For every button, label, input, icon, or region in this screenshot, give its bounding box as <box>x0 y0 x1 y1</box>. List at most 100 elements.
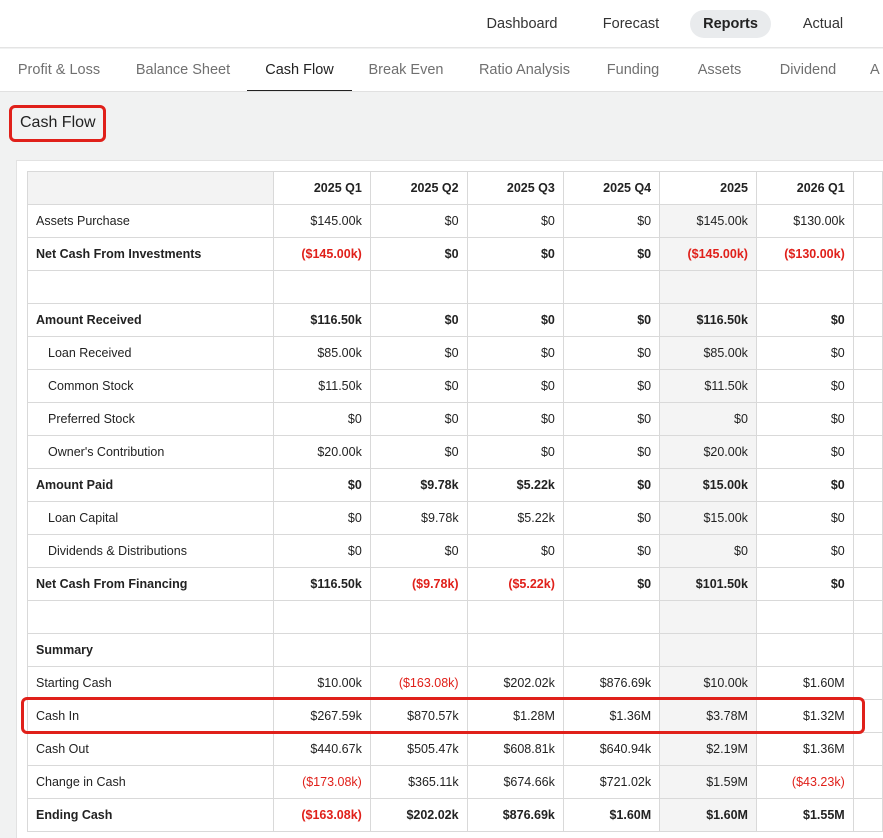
value-cell: $0 <box>755 567 854 601</box>
table-row <box>26 270 883 304</box>
edge-cell <box>852 699 883 733</box>
value-cell: $876.69k <box>562 666 661 700</box>
value-cell: $0 <box>466 534 564 568</box>
nav-reports[interactable]: Reports <box>690 10 771 38</box>
edge-cell <box>852 732 883 766</box>
value-cell: $85.00k <box>659 336 757 370</box>
value-cell: $20.00k <box>273 435 371 469</box>
value-cell: ($9.78k) <box>369 567 468 601</box>
value-cell: $0 <box>369 402 468 436</box>
value-cell: $505.47k <box>369 732 468 766</box>
value-cell: $116.50k <box>273 303 371 337</box>
table-row: Starting Cash $10.00k ($163.08k) $202.02k $8… <box>26 666 883 700</box>
edge-cell <box>852 633 883 667</box>
table-row: Loan Received $85.00k $0 $0 $0 $85.00k $0 <box>26 336 883 370</box>
table-row: Amount Paid $0 $9.78k $5.22k $0 $15.00k $0 <box>26 468 883 502</box>
header-2025: 2025 <box>659 171 757 205</box>
value-cell <box>562 633 661 667</box>
value-cell <box>466 633 564 667</box>
value-cell <box>369 633 468 667</box>
table-row: Owner's Contribution $20.00k $0 $0 $0 $20.00k… <box>26 435 883 469</box>
value-cell: ($145.00k) <box>273 237 371 271</box>
value-cell: $0 <box>755 303 854 337</box>
value-cell: $0 <box>659 402 757 436</box>
edge-cell <box>852 303 883 337</box>
value-cell <box>369 270 468 304</box>
header-label-cell <box>26 171 275 205</box>
value-cell: $130.00k <box>755 204 854 238</box>
value-cell: $674.66k <box>466 765 564 799</box>
value-cell: $640.94k <box>562 732 661 766</box>
tab-dividend[interactable]: Dividend <box>769 49 847 91</box>
tab-break-even[interactable]: Break Even <box>358 49 454 91</box>
value-cell: $11.50k <box>659 369 757 403</box>
value-cell: $0 <box>369 435 468 469</box>
tab-funding[interactable]: Funding <box>597 49 669 91</box>
value-cell: ($163.08k) <box>273 798 371 832</box>
value-cell: $0 <box>562 468 661 502</box>
nav-dashboard[interactable]: Dashboard <box>474 10 570 38</box>
value-cell <box>273 270 371 304</box>
page-title: Cash Flow <box>20 114 96 131</box>
value-cell: $0 <box>273 402 371 436</box>
table-row: Cash Out $440.67k $505.47k $608.81k $640.94k… <box>26 732 883 766</box>
value-cell: ($43.23k) <box>755 765 854 799</box>
value-cell: ($145.00k) <box>659 237 757 271</box>
value-cell: $0 <box>273 534 371 568</box>
cash-flow-table: 2025 Q1 2025 Q2 2025 Q3 2025 Q4 2025 202… <box>26 171 883 832</box>
value-cell: $1.60M <box>755 666 854 700</box>
row-label: Summary <box>26 633 275 667</box>
value-cell: $0 <box>659 534 757 568</box>
value-cell: $0 <box>562 336 661 370</box>
value-cell: $15.00k <box>659 501 757 535</box>
value-cell: $0 <box>466 303 564 337</box>
edge-cell <box>852 798 883 832</box>
value-cell: $0 <box>755 468 854 502</box>
value-cell: $608.81k <box>466 732 564 766</box>
tab-balance-sheet[interactable]: Balance Sheet <box>124 49 242 91</box>
value-cell: $0 <box>466 204 564 238</box>
table-row: Loan Capital $0 $9.78k $5.22k $0 $15.00k $0 <box>26 501 883 535</box>
cash-flow-panel: 2025 Q1 2025 Q2 2025 Q3 2025 Q4 2025 202… <box>16 160 883 838</box>
value-cell: $0 <box>562 237 661 271</box>
value-cell: $3.78M <box>659 699 757 733</box>
value-cell: $0 <box>562 435 661 469</box>
value-cell: $116.50k <box>659 303 757 337</box>
value-cell: $0 <box>562 204 661 238</box>
table-body: Assets Purchase $145.00k $0 $0 $0 $145.00k $13… <box>26 204 883 832</box>
row-label: Assets Purchase <box>26 204 275 238</box>
value-cell <box>562 270 661 304</box>
value-cell: $202.02k <box>369 798 468 832</box>
tab-ratio-analysis[interactable]: Ratio Analysis <box>466 49 583 91</box>
header-2025-q2: 2025 Q2 <box>369 171 468 205</box>
value-cell: $0 <box>273 468 371 502</box>
value-cell: $0 <box>562 369 661 403</box>
tab-profit-loss[interactable]: Profit & Loss <box>4 49 114 91</box>
tab-more[interactable]: A <box>870 49 883 91</box>
header-edge <box>852 171 883 205</box>
value-cell <box>755 633 854 667</box>
row-label: Loan Capital <box>26 501 275 535</box>
edge-cell <box>852 204 883 238</box>
row-label: Dividends & Distributions <box>26 534 275 568</box>
nav-forecast[interactable]: Forecast <box>589 10 673 38</box>
tab-cash-flow[interactable]: Cash Flow <box>247 49 352 91</box>
value-cell: $0 <box>562 501 661 535</box>
row-label: Change in Cash <box>26 765 275 799</box>
value-cell: $10.00k <box>273 666 371 700</box>
value-cell: $0 <box>369 369 468 403</box>
nav-actual[interactable]: Actual <box>790 10 856 38</box>
row-label: Cash Out <box>26 732 275 766</box>
value-cell: $0 <box>369 336 468 370</box>
value-cell: $10.00k <box>659 666 757 700</box>
value-cell <box>466 270 564 304</box>
report-tabs: Profit & Loss Balance Sheet Cash Flow Br… <box>0 49 883 92</box>
tab-assets[interactable]: Assets <box>686 49 753 91</box>
value-cell: ($163.08k) <box>369 666 468 700</box>
value-cell: $20.00k <box>659 435 757 469</box>
edge-cell <box>852 567 883 601</box>
top-nav: Dashboard Forecast Reports Actual <box>0 0 883 48</box>
value-cell: $0 <box>755 402 854 436</box>
value-cell: $0 <box>562 534 661 568</box>
value-cell <box>273 600 371 634</box>
